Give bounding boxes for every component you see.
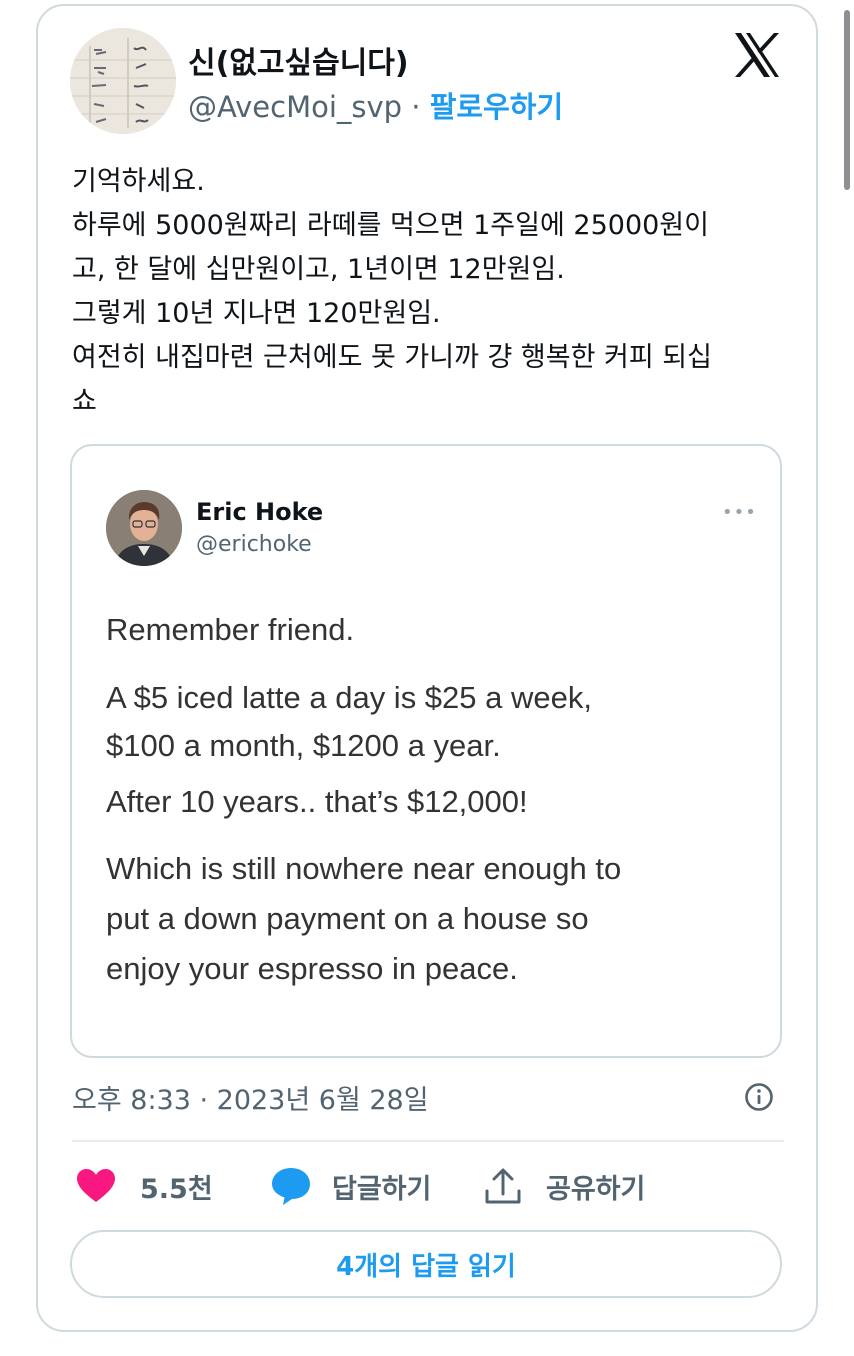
author-handle-line: @AvecMoi_svp · 팔로우하기 bbox=[188, 84, 563, 126]
author-avatar[interactable] bbox=[70, 28, 176, 134]
quoted-line: A $5 iced latte a day is $25 a week, bbox=[106, 680, 592, 715]
x-logo-icon[interactable] bbox=[732, 30, 782, 80]
tweet-line: 기억하세요. bbox=[72, 166, 205, 197]
quoted-paragraph: Which is still nowhere near enough to pu… bbox=[106, 844, 621, 994]
author-name[interactable]: 신(없고싶습니다) bbox=[188, 38, 409, 82]
author-handle[interactable]: @AvecMoi_svp bbox=[188, 90, 402, 124]
quoted-line: $100 a month, $1200 a year. bbox=[106, 728, 501, 763]
speech-bubble-icon bbox=[272, 1168, 310, 1205]
reply-button[interactable]: 답글하기 bbox=[270, 1166, 431, 1206]
scrollbar[interactable] bbox=[844, 10, 850, 190]
quoted-author-name: Eric Hoke bbox=[196, 498, 324, 526]
share-icon bbox=[485, 1168, 521, 1204]
tweet-line: 그렇게 10년 지나면 120만원임. bbox=[72, 298, 441, 329]
tweet-text: 기억하세요. 하루에 5000원짜리 라떼를 먹으면 1주일에 25000원이 … bbox=[72, 160, 792, 424]
tweet-line: 하루에 5000원짜리 라떼를 먹으면 1주일에 25000원이 bbox=[72, 210, 709, 241]
read-replies-button[interactable]: 4개의 답글 읽기 bbox=[70, 1230, 782, 1298]
divider bbox=[72, 1140, 784, 1142]
share-button[interactable]: 공유하기 bbox=[484, 1166, 645, 1206]
info-icon[interactable] bbox=[744, 1082, 774, 1112]
share-label: 공유하기 bbox=[546, 1173, 646, 1205]
quoted-paragraph: Remember friend. bbox=[106, 612, 355, 647]
like-count: 5.5천 bbox=[140, 1173, 213, 1205]
reply-label: 답글하기 bbox=[332, 1173, 432, 1205]
tweet-line: 여전히 내집마련 근처에도 못 가니까 걍 행복한 커피 되십 bbox=[72, 342, 712, 373]
quoted-line: put a down payment on a house so bbox=[106, 901, 589, 936]
quoted-paragraph: A $5 iced latte a day is $25 a week, $10… bbox=[106, 674, 592, 770]
follow-link[interactable]: 팔로우하기 bbox=[430, 90, 563, 124]
tweet-timestamp[interactable]: 오후 8:33 · 2023년 6월 28일 bbox=[72, 1078, 429, 1117]
quoted-tweet-image[interactable]: Eric Hoke @erichoke ••• Remember friend.… bbox=[70, 444, 782, 1058]
heart-icon bbox=[77, 1169, 115, 1202]
like-button[interactable]: 5.5천 bbox=[76, 1166, 213, 1206]
tweet-line: 고, 한 달에 십만원이고, 1년이면 12만원임. bbox=[72, 254, 565, 285]
quoted-author-handle: @erichoke bbox=[196, 532, 312, 557]
quoted-line: enjoy your espresso in peace. bbox=[106, 951, 518, 986]
handle-separator: · bbox=[402, 90, 430, 124]
quoted-author-avatar bbox=[106, 490, 182, 566]
quoted-line: Which is still nowhere near enough to bbox=[106, 851, 622, 886]
quoted-paragraph: After 10 years.. that’s $12,000! bbox=[106, 784, 528, 819]
more-options-icon: ••• bbox=[722, 502, 757, 523]
tweet-line: 쇼 bbox=[72, 386, 97, 417]
